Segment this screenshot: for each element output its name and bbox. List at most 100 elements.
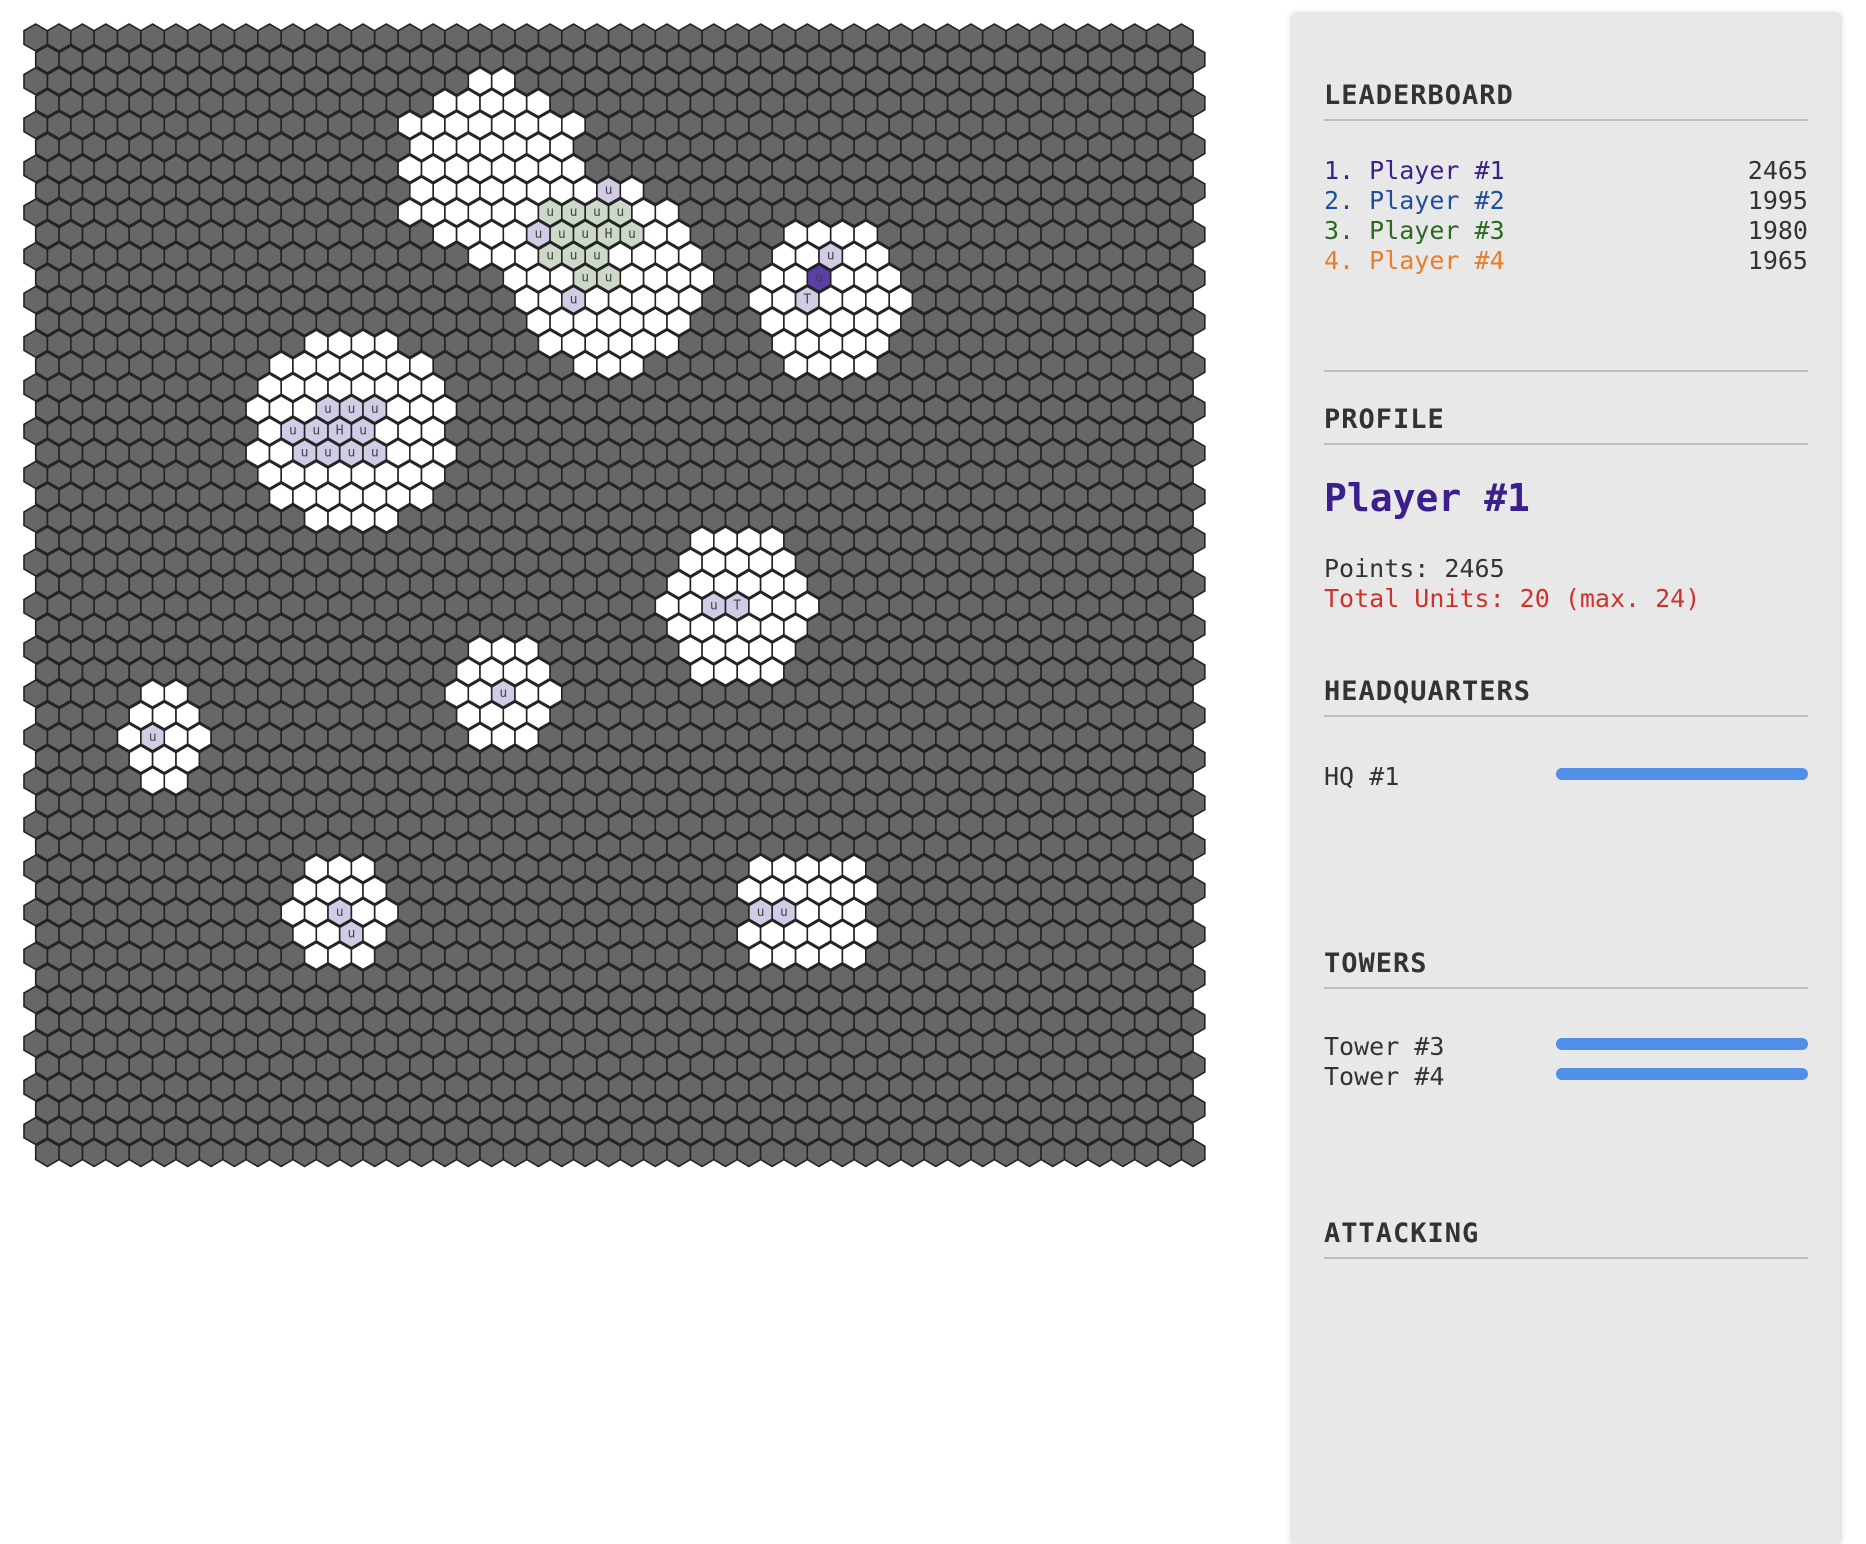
- hex-tile-empty[interactable]: [222, 394, 247, 424]
- hex-tile-empty[interactable]: [806, 1138, 832, 1168]
- hex-tile-empty[interactable]: [900, 438, 926, 468]
- hex-tile-empty[interactable]: [1087, 832, 1113, 862]
- hex-tile-empty[interactable]: [958, 766, 984, 796]
- hex-tile-empty[interactable]: [981, 110, 1007, 140]
- hex-tile-empty[interactable]: [46, 810, 72, 840]
- hex-tile-empty[interactable]: [607, 679, 633, 709]
- hex-tile-empty[interactable]: [140, 23, 166, 52]
- hex-tile-empty[interactable]: [783, 963, 809, 993]
- hex-tile-owned[interactable]: [818, 329, 844, 359]
- hex-tile-owned[interactable]: [373, 504, 399, 534]
- hex-tile-empty[interactable]: [210, 897, 236, 927]
- hex-tile-empty[interactable]: [1016, 526, 1042, 555]
- hex-tile-empty[interactable]: [186, 941, 212, 971]
- hex-tile-empty[interactable]: [1005, 372, 1031, 402]
- hex-tile-empty[interactable]: [210, 110, 236, 140]
- hex-tile-empty[interactable]: [1098, 329, 1124, 359]
- hex-tile-empty[interactable]: [163, 897, 189, 927]
- hex-tile-owned[interactable]: [140, 766, 166, 796]
- hex-tile-empty[interactable]: [1063, 1050, 1089, 1080]
- hex-tile-empty[interactable]: [408, 1094, 435, 1124]
- hex-tile-empty[interactable]: [829, 613, 855, 643]
- hex-tile-empty[interactable]: [69, 766, 95, 796]
- hex-tile-owned[interactable]: [771, 241, 797, 271]
- hex-tile-empty[interactable]: [806, 613, 832, 643]
- hex-tile-empty[interactable]: [420, 897, 446, 927]
- hex-tile-empty[interactable]: [23, 547, 49, 577]
- hex-tile-empty[interactable]: [46, 460, 72, 490]
- hex-tile-empty[interactable]: [268, 526, 294, 555]
- hex-tile-empty[interactable]: [584, 460, 610, 490]
- hex-tile-owned[interactable]: [736, 875, 762, 905]
- hex-tile-empty[interactable]: [1087, 657, 1113, 687]
- hex-tile-empty[interactable]: [1040, 88, 1066, 118]
- hex-tile-empty[interactable]: [923, 526, 949, 555]
- hex-tile-empty[interactable]: [1005, 810, 1031, 840]
- hex-tile-empty[interactable]: [677, 679, 703, 709]
- hex-tile-empty[interactable]: [631, 1029, 657, 1058]
- hex-tile-empty[interactable]: [701, 460, 727, 490]
- hex-tile-empty[interactable]: [572, 744, 598, 774]
- hex-tile-empty[interactable]: [502, 613, 528, 643]
- hex-tile-empty[interactable]: [163, 329, 189, 359]
- hex-tile-empty[interactable]: [853, 526, 879, 555]
- hex-tile-empty[interactable]: [385, 176, 411, 206]
- hex-tile-empty[interactable]: [490, 329, 516, 359]
- hex-tile-empty[interactable]: [502, 526, 528, 555]
- hex-tile-owned[interactable]: [712, 657, 739, 687]
- hex-tile-owned[interactable]: [783, 875, 809, 905]
- hex-tile-empty[interactable]: [981, 372, 1007, 402]
- hex-tile-empty[interactable]: [642, 1050, 668, 1080]
- hex-tile-empty[interactable]: [1122, 460, 1148, 490]
- hex-tile-empty[interactable]: [748, 23, 774, 52]
- hex-tile-empty[interactable]: [490, 1029, 516, 1058]
- hex-tile-empty[interactable]: [245, 526, 271, 555]
- hex-tile-empty[interactable]: [981, 941, 1007, 971]
- hex-tile-empty[interactable]: [175, 219, 201, 249]
- hex-tile-empty[interactable]: [935, 154, 961, 184]
- hex-tile-owned[interactable]: [748, 591, 774, 621]
- hex-tile-empty[interactable]: [350, 547, 376, 577]
- hex-tile-empty[interactable]: [432, 963, 458, 993]
- hex-tile-empty[interactable]: [1005, 110, 1031, 140]
- hex-tile-empty[interactable]: [631, 154, 657, 184]
- hex-tile-owned[interactable]: [806, 219, 832, 249]
- hex-tile-empty[interactable]: [116, 591, 142, 621]
- hex-tile-empty[interactable]: [46, 241, 72, 271]
- hex-tile-owned[interactable]: [373, 460, 399, 490]
- hex-tile-empty[interactable]: [642, 963, 668, 993]
- hex-tile-empty[interactable]: [1063, 613, 1089, 643]
- hex-tile-empty[interactable]: [806, 88, 832, 118]
- hex-tile-empty[interactable]: [350, 679, 376, 709]
- hex-tile-empty[interactable]: [222, 176, 247, 206]
- hex-tile-owned[interactable]: [397, 460, 423, 490]
- hex-tile-empty[interactable]: [923, 176, 949, 206]
- hex-tile-empty[interactable]: [607, 766, 633, 796]
- hex-tile-owned[interactable]: [666, 613, 692, 643]
- hex-tile-empty[interactable]: [280, 1116, 306, 1146]
- hex-tile-empty[interactable]: [420, 547, 446, 577]
- hex-tile-empty[interactable]: [1052, 285, 1077, 315]
- hex-tile-empty[interactable]: [479, 875, 505, 905]
- hex-tile-empty[interactable]: [642, 875, 668, 905]
- hex-tile-empty[interactable]: [666, 526, 692, 555]
- hex-tile-empty[interactable]: [900, 394, 926, 424]
- hex-tile-empty[interactable]: [689, 875, 715, 905]
- hex-tile-empty[interactable]: [1016, 875, 1042, 905]
- hex-tile-empty[interactable]: [736, 176, 762, 206]
- hex-tile-empty[interactable]: [175, 1138, 201, 1168]
- hex-tile-empty[interactable]: [677, 722, 703, 752]
- hex-tile-empty[interactable]: [619, 1138, 645, 1168]
- hex-tile-empty[interactable]: [923, 875, 949, 905]
- hex-tile-empty[interactable]: [1110, 438, 1136, 468]
- hex-tile-empty[interactable]: [420, 504, 446, 534]
- hex-tile-empty[interactable]: [1169, 372, 1194, 402]
- hex-tile-empty[interactable]: [596, 832, 622, 862]
- hex-tile-empty[interactable]: [876, 88, 902, 118]
- hex-tile-empty[interactable]: [619, 657, 645, 687]
- hex-tile-empty[interactable]: [338, 1138, 364, 1168]
- hex-tile-empty[interactable]: [397, 810, 423, 840]
- hex-tile-empty[interactable]: [1087, 394, 1113, 424]
- hex-tile-empty[interactable]: [455, 832, 481, 862]
- hex-tile-empty[interactable]: [1028, 897, 1054, 927]
